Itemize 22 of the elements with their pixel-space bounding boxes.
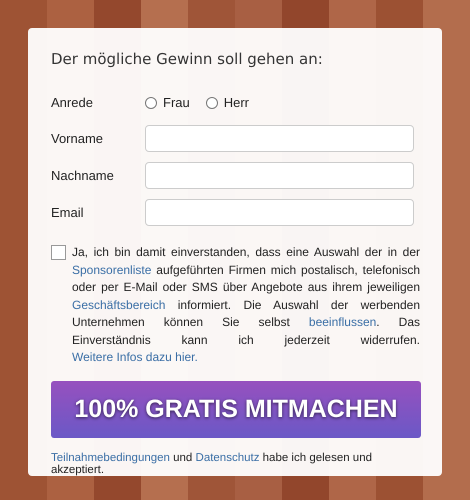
field-label: Nachname	[51, 168, 114, 184]
submit-button[interactable]: 100% GRATIS MITMACHEN	[51, 380, 421, 438]
text-link[interactable]: Datenschutz	[196, 452, 260, 464]
radio-label[interactable]: Frau	[163, 95, 190, 110]
radio-button[interactable]	[206, 96, 218, 109]
terms-text: Teilnahmebedingungen und Datenschutz habe ich gelesen und akzeptiert.	[51, 452, 373, 476]
consent-checkbox[interactable]	[51, 245, 66, 260]
field-label: Anrede	[51, 95, 93, 110]
text-link[interactable]: beeinflussen	[308, 315, 376, 330]
input-field[interactable]	[145, 162, 414, 190]
text-link[interactable]: Geschäftsbereich	[72, 298, 166, 312]
input-field[interactable]	[145, 199, 414, 226]
text-link[interactable]: Sponsorenliste	[72, 262, 152, 277]
input-field[interactable]	[145, 125, 414, 152]
text-link[interactable]: Weitere Infos dazu hier.	[72, 350, 198, 364]
text-link[interactable]: Teilnahmebedingungen	[51, 452, 170, 464]
consent-text: Ja, ich bin damit einverstanden, dass eine Auswahl der in der Sponsorenliste aufgeführten Firmen mich postalisch, telefonisch oder per E-Mail oder SMS über Angebote aus ihrem jeweiligen Geschäftsbereich informiert. Die Auswahl der werbenden Unternehmen können Sie selbst beeinflussen. Das Einverständnis kann ich jederzeit widerrufen. Weitere Infos dazu hier.	[72, 244, 420, 366]
field-label: Email	[51, 205, 84, 220]
radio-label[interactable]: Herr	[224, 95, 250, 110]
radio-button[interactable]	[145, 96, 157, 109]
field-label: Vorname	[51, 131, 104, 146]
form-heading: Der mögliche Gewinn soll gehen an:	[51, 50, 323, 68]
